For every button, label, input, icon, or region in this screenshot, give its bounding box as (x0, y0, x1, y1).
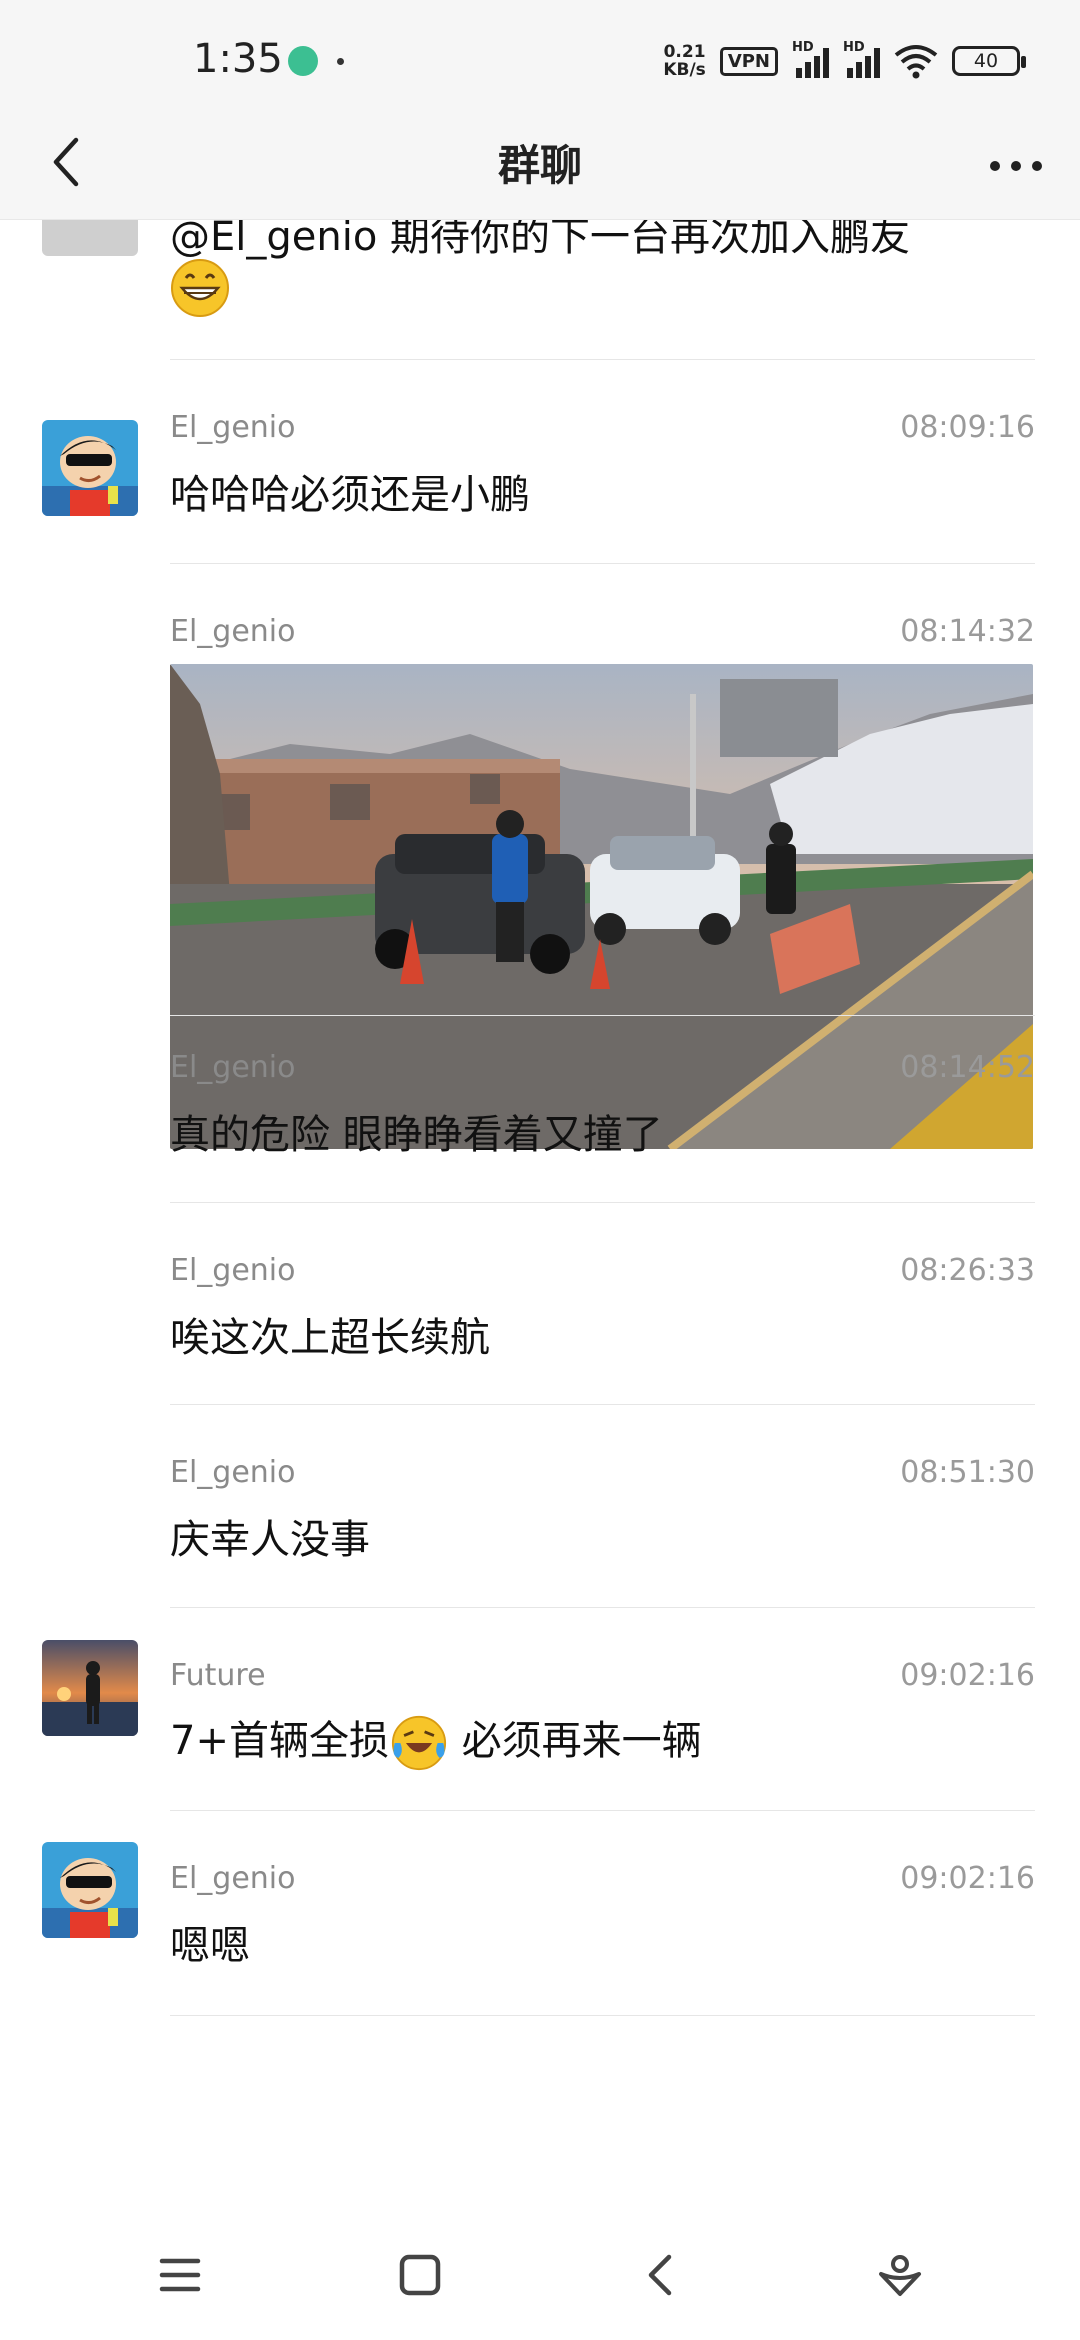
menu-icon (159, 2258, 201, 2292)
status-time: 1:35 (193, 36, 283, 82)
chat-message-list[interactable]: @El_genio 期待你的下一台再次加入鹏友 El_genio 08:09:1… (0, 220, 1080, 2210)
sender-name: El_genio (170, 1050, 296, 1085)
message-divider (170, 2015, 1035, 2016)
message-divider (170, 1810, 1035, 1811)
message-time: 08:14:32 (900, 614, 1035, 649)
battery-indicator: 40 (952, 46, 1026, 76)
message-divider (170, 1607, 1035, 1608)
message-time: 09:02:16 (900, 1658, 1035, 1693)
sender-name: El_genio (170, 1253, 296, 1288)
network-speed: 0.21 KB/s (663, 43, 705, 79)
avatar-el-genio[interactable] (42, 420, 138, 516)
sender-name: El_genio (170, 1455, 296, 1490)
message-text: 7+首辆全损 必须再来一辆 (170, 1708, 702, 1771)
chat-header: 群聊 (0, 110, 1080, 220)
app-notification-icon (288, 46, 318, 76)
vpn-badge: VPN (719, 46, 778, 76)
more-dots-icon (990, 161, 1042, 171)
message-time: 08:51:30 (900, 1455, 1035, 1490)
page-title: 群聊 (497, 141, 582, 190)
grinning-emoji-icon (170, 258, 230, 322)
nav-menu-button[interactable] (140, 2235, 220, 2315)
message-text: 真的危险 眼睁睁看着又撞了 (170, 1112, 663, 1158)
avatar-future[interactable] (42, 1640, 138, 1736)
sender-name: El_genio (170, 614, 296, 649)
nav-assistant-button[interactable] (860, 2235, 940, 2315)
network-speed-value: 0.21 (663, 42, 706, 62)
sender-name: El_genio (170, 1861, 296, 1896)
message-divider (170, 1202, 1035, 1203)
crying-laughing-emoji-icon (391, 1715, 447, 1771)
signal-icon-2: HD (843, 40, 880, 78)
hd-label-2: HD (843, 40, 865, 55)
message-text: 哈哈哈必须还是小鹏 (170, 472, 530, 518)
avatar[interactable] (42, 220, 138, 256)
network-speed-unit: KB/s (663, 60, 706, 80)
message-time: 08:09:16 (900, 410, 1035, 445)
message-divider (170, 563, 1035, 564)
home-square-icon (399, 2254, 441, 2296)
nav-back-button[interactable] (620, 2235, 700, 2315)
status-bar: 1:35 0.21 KB/s VPN HD HD 40 (0, 0, 1080, 120)
message-text-part: 7+首辆全损 (170, 1718, 389, 1764)
message-text: 庆幸人没事 (170, 1517, 370, 1563)
avatar-el-genio[interactable] (42, 1842, 138, 1938)
status-indicators: 0.21 KB/s VPN HD HD 40 (663, 40, 1026, 82)
hd-label: HD (792, 40, 814, 55)
message-divider (170, 359, 1035, 360)
system-navigation-bar (0, 2210, 1080, 2340)
message-text: 嗯嗯 (170, 1923, 250, 1969)
back-triangle-icon (648, 2254, 672, 2296)
message-divider (170, 1404, 1035, 1405)
message-divider (170, 1015, 1035, 1016)
signal-icon: HD (792, 40, 829, 78)
message-time: 09:02:16 (900, 1861, 1035, 1896)
message-text: @El_genio 期待你的下一台再次加入鹏友 (170, 220, 911, 260)
message-time: 08:26:33 (900, 1253, 1035, 1288)
sender-name: El_genio (170, 410, 296, 445)
more-options-button[interactable] (980, 130, 1052, 202)
message-text: 唉这次上超长续航 (170, 1315, 490, 1361)
nav-home-button[interactable] (380, 2235, 460, 2315)
wifi-icon (894, 45, 938, 79)
assistant-icon (879, 2255, 921, 2296)
message-text-part: 必须再来一辆 (448, 1718, 702, 1764)
sender-name: Future (170, 1658, 266, 1693)
message-time: 08:14:52 (900, 1050, 1035, 1085)
notification-dot-icon (337, 58, 344, 65)
